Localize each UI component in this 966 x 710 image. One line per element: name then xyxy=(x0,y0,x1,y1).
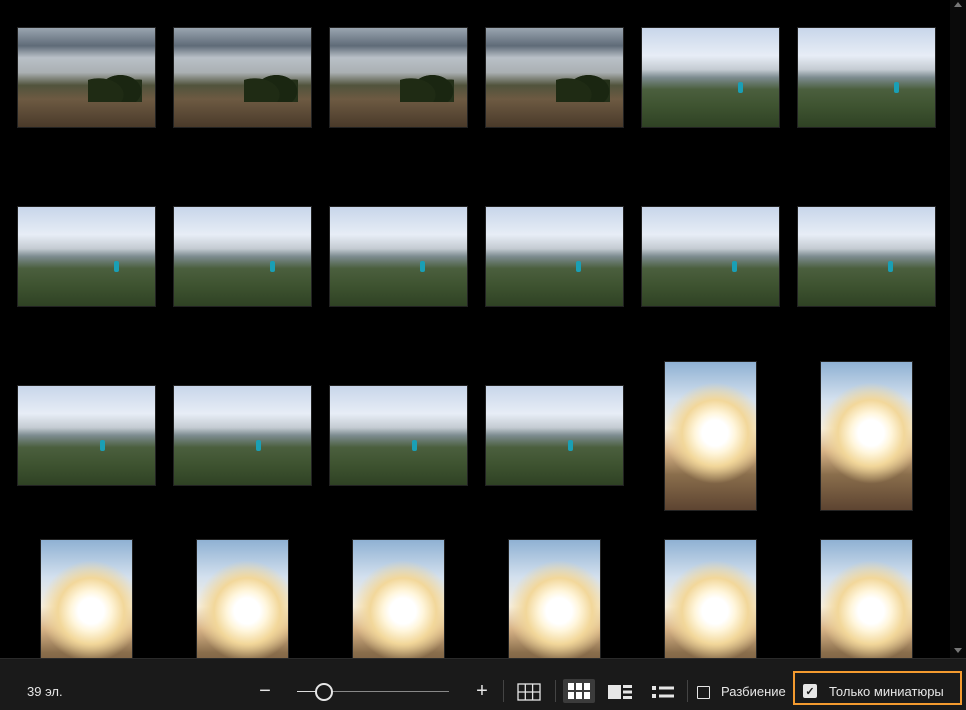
view-list-button[interactable] xyxy=(649,681,677,703)
thumbnails-only-checkbox[interactable]: ✓ xyxy=(803,684,817,698)
grid-small-icon xyxy=(568,683,590,699)
hiker-detail xyxy=(738,82,743,93)
thumbnail-landscape-dusk[interactable] xyxy=(485,27,624,128)
vertical-scrollbar[interactable] xyxy=(950,0,966,658)
thumbnail-landscape-valley[interactable] xyxy=(17,385,156,486)
view-filmstrip-button[interactable] xyxy=(606,681,634,703)
view-grid-large-button[interactable] xyxy=(515,681,543,703)
filmstrip-icon xyxy=(608,685,632,699)
hiker-detail xyxy=(732,261,737,272)
thumbnail-landscape-valley[interactable] xyxy=(485,206,624,307)
photo-browser: 39 эл. − + Разбиение ✓ Только миниатюры xyxy=(0,0,966,710)
thumbnails-only-label: Только миниатюры xyxy=(829,684,944,699)
view-grid-small-button[interactable] xyxy=(563,679,595,703)
hiker-detail xyxy=(576,261,581,272)
thumbnail-grid[interactable] xyxy=(0,0,950,658)
thumbnail-landscape-dusk[interactable] xyxy=(17,27,156,128)
toolbar-divider xyxy=(555,680,556,702)
trees-detail xyxy=(400,66,454,102)
zoom-slider-handle[interactable] xyxy=(314,683,333,701)
thumbnail-portrait-sun[interactable] xyxy=(820,361,913,511)
thumbnail-portrait-sun[interactable] xyxy=(664,539,757,658)
item-count: 39 эл. xyxy=(27,684,63,699)
thumbnail-landscape-valley[interactable] xyxy=(329,385,468,486)
thumbnail-landscape-valley[interactable] xyxy=(17,206,156,307)
thumbnail-portrait-sun[interactable] xyxy=(508,539,601,658)
split-checkbox[interactable] xyxy=(697,686,710,699)
thumbnail-landscape-valley[interactable] xyxy=(797,27,936,128)
grid-large-icon xyxy=(517,683,541,701)
list-icon xyxy=(652,686,674,698)
toolbar-divider xyxy=(503,680,504,702)
thumbnail-landscape-valley[interactable] xyxy=(173,206,312,307)
zoom-in-button[interactable]: + xyxy=(472,680,492,702)
split-label: Разбиение xyxy=(721,684,786,699)
zoom-out-button[interactable]: − xyxy=(256,680,274,702)
hiker-detail xyxy=(888,261,893,272)
thumbnail-portrait-sun[interactable] xyxy=(820,539,913,658)
thumbnail-portrait-sun[interactable] xyxy=(196,539,289,658)
thumbnail-portrait-sun[interactable] xyxy=(352,539,445,658)
hiker-detail xyxy=(568,440,573,451)
thumbnail-landscape-valley[interactable] xyxy=(173,385,312,486)
thumbnail-landscape-dusk[interactable] xyxy=(329,27,468,128)
toolbar-divider xyxy=(687,680,688,702)
hiker-detail xyxy=(412,440,417,451)
thumbnail-landscape-dusk[interactable] xyxy=(173,27,312,128)
thumbnail-landscape-valley[interactable] xyxy=(641,206,780,307)
thumbnail-portrait-sun[interactable] xyxy=(664,361,757,511)
hiker-detail xyxy=(270,261,275,272)
thumbnail-landscape-valley[interactable] xyxy=(485,385,624,486)
hiker-detail xyxy=(100,440,105,451)
scroll-up-arrow-icon[interactable] xyxy=(954,2,962,7)
thumbnail-landscape-valley[interactable] xyxy=(797,206,936,307)
hiker-detail xyxy=(114,261,119,272)
hiker-detail xyxy=(420,261,425,272)
hiker-detail xyxy=(256,440,261,451)
trees-detail xyxy=(244,66,298,102)
thumbnail-landscape-valley[interactable] xyxy=(329,206,468,307)
hiker-detail xyxy=(894,82,899,93)
trees-detail xyxy=(88,66,142,102)
thumbnail-landscape-valley[interactable] xyxy=(641,27,780,128)
trees-detail xyxy=(556,66,610,102)
thumbnail-portrait-sun[interactable] xyxy=(40,539,133,658)
scroll-down-arrow-icon[interactable] xyxy=(954,648,962,653)
